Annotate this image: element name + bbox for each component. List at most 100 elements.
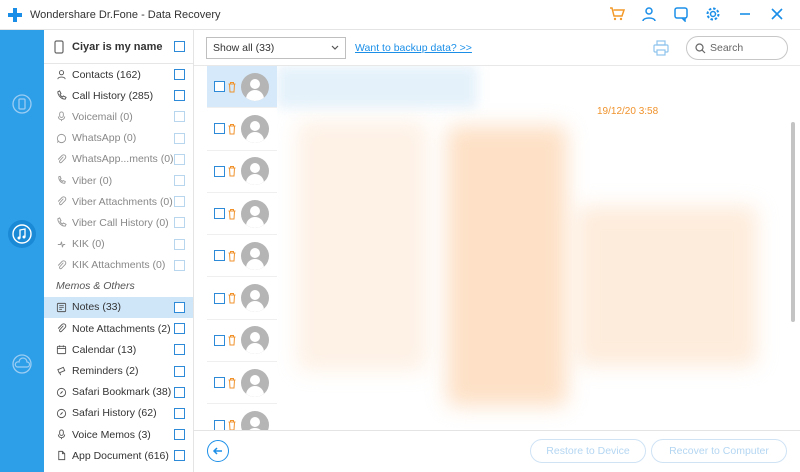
category-item[interactable]: Safari Bookmark (38) (44, 382, 193, 403)
category-item[interactable]: Notes (33) (44, 296, 193, 319)
category-item: WhatsApp...ments (0) (44, 149, 193, 170)
blurred-content (297, 121, 427, 371)
category-checkbox[interactable] (174, 301, 185, 313)
category-checkbox[interactable] (174, 365, 185, 377)
item-checkbox[interactable] (214, 377, 225, 389)
list-item[interactable] (207, 235, 277, 278)
footer: Restore to Device Recover to Computer (194, 430, 800, 472)
category-item[interactable]: Reminders (2) (44, 360, 193, 381)
category-item[interactable]: App Document (616) (44, 445, 193, 466)
avatar (241, 326, 269, 355)
list-item[interactable] (207, 404, 277, 430)
category-item: Viber Call History (0) (44, 212, 193, 233)
settings-icon[interactable] (704, 5, 722, 23)
backup-link[interactable]: Want to backup data? >> (355, 42, 472, 54)
search-box[interactable] (686, 36, 788, 60)
list-item[interactable] (207, 108, 277, 151)
user-icon[interactable] (640, 5, 658, 23)
restore-to-device-button[interactable]: Restore to Device (530, 439, 646, 463)
viber-icon (54, 174, 68, 188)
category-label: Calendar (13) (72, 343, 137, 356)
category-label: Call History (285) (72, 89, 154, 102)
blurred-content (577, 206, 757, 366)
recover-from-icloud-icon[interactable] (8, 350, 36, 378)
list-item[interactable] (207, 277, 277, 320)
category-checkbox[interactable] (174, 323, 185, 335)
category-checkbox[interactable] (174, 69, 185, 81)
trash-icon (228, 293, 236, 304)
attachment-icon (54, 322, 68, 336)
window-title: Wondershare Dr.Fone - Data Recovery (30, 9, 221, 21)
item-checkbox[interactable] (214, 292, 225, 304)
filter-select[interactable]: Show all (33) (206, 37, 346, 59)
category-item: Viber Attachments (0) (44, 191, 193, 212)
category-checkbox[interactable] (174, 407, 185, 419)
item-checkbox[interactable] (214, 123, 225, 135)
contact-icon (54, 68, 68, 82)
list-item[interactable] (207, 362, 277, 405)
category-item: Voicemail (0) (44, 106, 193, 127)
item-checkbox[interactable] (214, 419, 225, 430)
device-header: Ciyar is my name (44, 30, 193, 64)
select-all-checkbox[interactable] (174, 41, 185, 52)
item-checkbox[interactable] (214, 334, 225, 346)
blurred-content (447, 126, 567, 406)
reminder-icon (54, 364, 68, 378)
category-label: Contacts (162) (72, 68, 141, 81)
recover-to-computer-button[interactable]: Recover to Computer (651, 439, 787, 463)
close-icon[interactable] (768, 5, 786, 23)
trash-icon (228, 420, 236, 430)
category-item[interactable]: Note Attachments (2) (44, 318, 193, 339)
scrollbar-thumb[interactable] (791, 122, 795, 322)
recover-from-device-icon[interactable] (8, 90, 36, 118)
phone-device-icon (54, 39, 64, 54)
category-item: KIK (0) (44, 234, 193, 255)
category-checkbox[interactable] (174, 386, 185, 398)
title-bar: Wondershare Dr.Fone - Data Recovery (0, 0, 800, 30)
notes-list (207, 66, 277, 430)
item-checkbox[interactable] (214, 208, 225, 220)
item-checkbox[interactable] (214, 250, 225, 262)
arrow-left-icon (212, 447, 222, 455)
search-input[interactable] (710, 42, 780, 54)
category-label: Voice Memos (3) (72, 428, 151, 441)
category-item[interactable]: Contacts (162) (44, 64, 193, 85)
print-icon[interactable] (652, 39, 670, 57)
avatar (241, 411, 269, 430)
phone-icon (54, 89, 68, 103)
avatar (241, 241, 269, 270)
category-checkbox (174, 238, 185, 250)
category-label: Reminders (2) (72, 365, 139, 378)
list-item[interactable] (207, 192, 277, 236)
cart-icon[interactable] (608, 5, 626, 23)
scrollbar[interactable] (791, 66, 798, 430)
category-item[interactable]: Call History (285) (44, 85, 193, 106)
item-checkbox[interactable] (214, 81, 225, 93)
category-label: App Document (616) (72, 449, 169, 462)
category-checkbox[interactable] (174, 90, 185, 102)
category-checkbox[interactable] (174, 450, 185, 462)
minimize-icon[interactable] (736, 5, 754, 23)
category-item[interactable]: Calendar (13) (44, 339, 193, 360)
category-checkbox[interactable] (174, 429, 185, 441)
trash-icon (228, 81, 236, 93)
back-button[interactable] (207, 440, 229, 462)
item-checkbox[interactable] (214, 165, 225, 177)
feedback-icon[interactable] (672, 5, 690, 23)
category-checkbox[interactable] (174, 344, 185, 356)
category-label: Viber Call History (0) (72, 216, 169, 229)
category-label: KIK Attachments (0) (72, 259, 166, 272)
category-item[interactable]: Voice Memos (3) (44, 424, 193, 445)
note-detail: 19/12/20 3:58 (277, 66, 788, 430)
category-label: WhatsApp...ments (0) (72, 153, 174, 166)
category-item: KIK Attachments (0) (44, 255, 193, 276)
avatar (241, 157, 269, 186)
category-checkbox (174, 132, 185, 144)
list-item[interactable] (207, 150, 277, 193)
calendar-icon (54, 343, 68, 357)
list-item[interactable] (207, 319, 277, 363)
category-item: WhatsApp (0) (44, 128, 193, 149)
category-item[interactable]: Safari History (62) (44, 403, 193, 424)
recover-from-itunes-icon[interactable] (8, 220, 36, 248)
list-item[interactable] (207, 66, 277, 109)
